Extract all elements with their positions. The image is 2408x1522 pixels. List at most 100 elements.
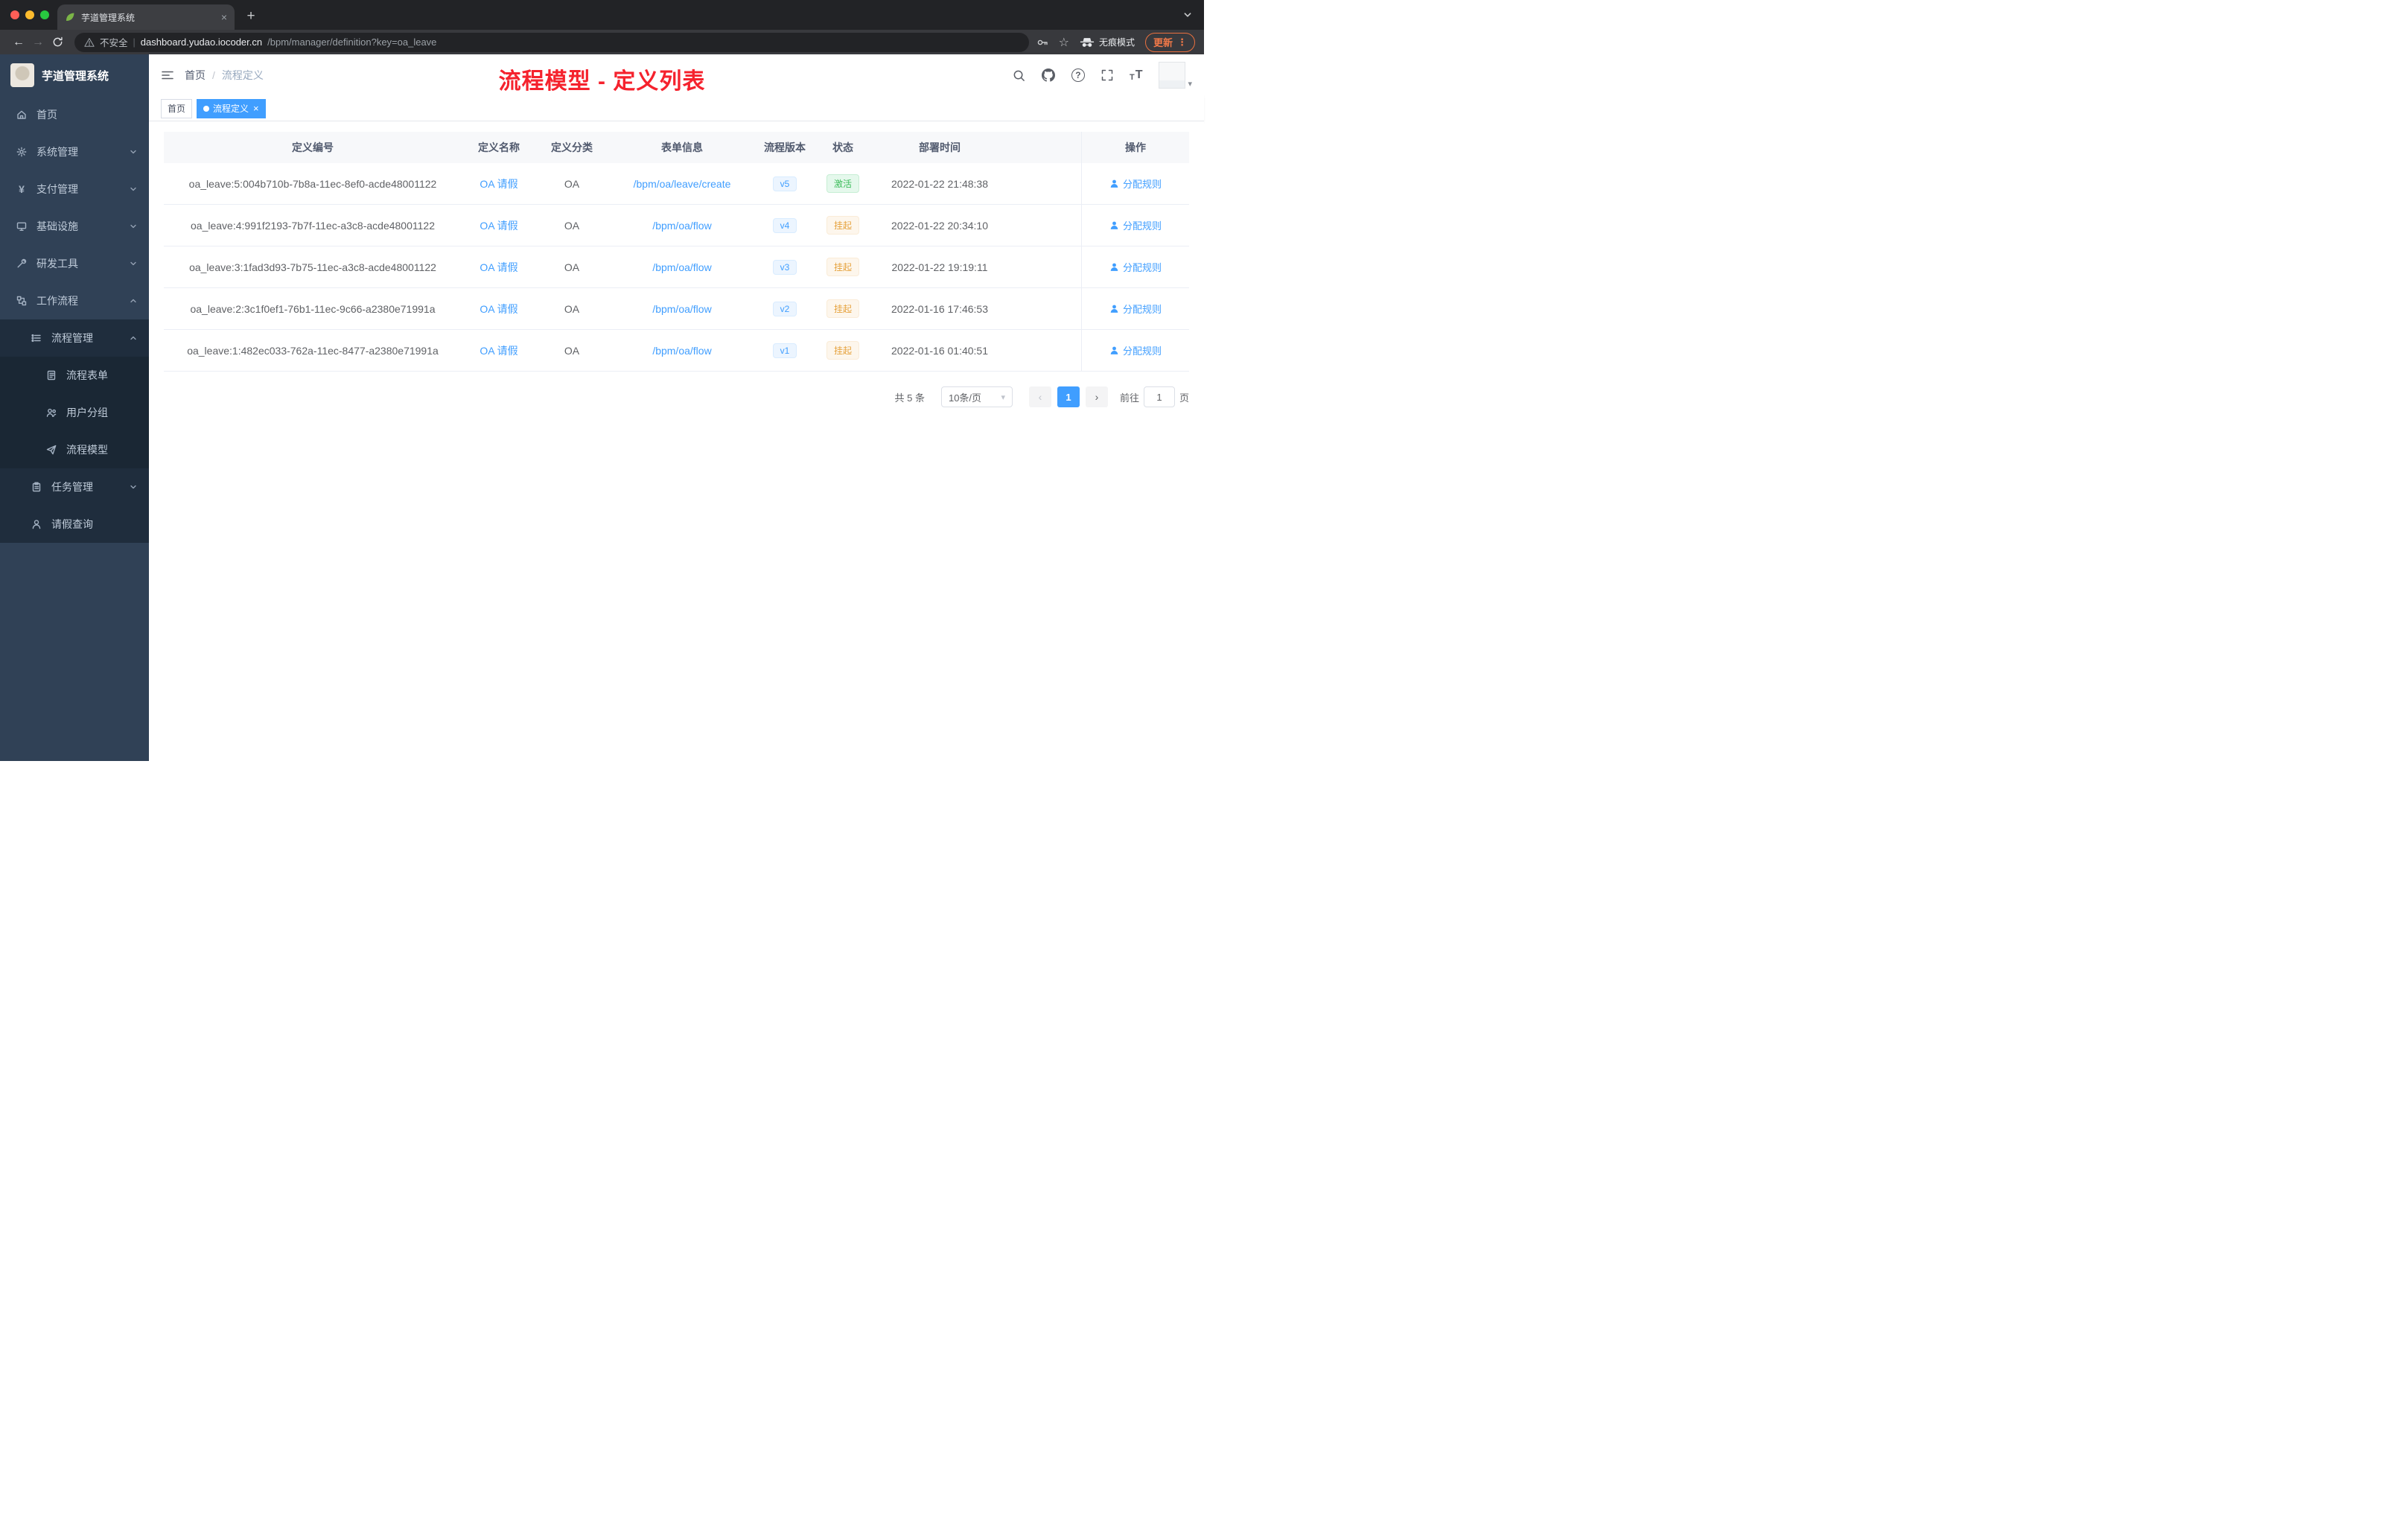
fullscreen-icon[interactable]	[1101, 69, 1113, 81]
definition-name-link[interactable]: OA 请假	[480, 343, 517, 358]
sidebar-item-process-management[interactable]: 流程管理	[0, 319, 149, 357]
chevron-down-icon	[130, 148, 137, 156]
close-window-button[interactable]	[10, 10, 19, 19]
breadcrumb-home[interactable]: 首页	[185, 68, 206, 83]
workflow-submenu: 流程管理 流程表单 用户分组 流程模型 任务管理 请假查询	[0, 319, 149, 543]
tab-close-icon[interactable]: ×	[221, 12, 227, 22]
person-icon	[1110, 221, 1118, 229]
person-icon	[30, 519, 43, 529]
sidebar-item-infrastructure[interactable]: 基础设施	[0, 208, 149, 245]
col-version: 流程版本	[764, 141, 806, 153]
browser-toolbar: ← → 不安全 | dashboard.yudao.iocoder.cn/bpm…	[0, 30, 1204, 54]
assign-rule-button[interactable]: 分配规则	[1109, 302, 1162, 316]
minimize-window-button[interactable]	[25, 10, 34, 19]
person-icon	[1110, 179, 1118, 188]
hamburger-icon[interactable]	[161, 69, 174, 82]
tab-title: 芋道管理系统	[81, 12, 136, 23]
tags-view: 首页 流程定义 ×	[149, 96, 1204, 121]
tag-close-icon[interactable]: ×	[253, 104, 259, 113]
definition-name-link[interactable]: OA 请假	[480, 176, 517, 191]
col-category: 定义分类	[551, 141, 593, 153]
page-number-1[interactable]: 1	[1057, 386, 1080, 407]
assign-rule-button[interactable]: 分配规则	[1109, 218, 1162, 232]
definition-name-link[interactable]: OA 请假	[480, 218, 517, 233]
caret-down-icon: ▾	[1188, 80, 1192, 89]
user-avatar-menu[interactable]: ▾	[1159, 62, 1192, 89]
form-link[interactable]: /bpm/oa/leave/create	[634, 178, 731, 190]
goto-suffix: 页	[1179, 392, 1189, 404]
cell-category: OA	[564, 302, 580, 315]
forward-icon[interactable]: →	[28, 33, 48, 52]
assign-rule-button[interactable]: 分配规则	[1109, 176, 1162, 191]
version-badge[interactable]: v1	[772, 343, 797, 358]
table-header: 定义编号 定义名称 定义分类 表单信息 流程版本 状态 部署时间 操作	[164, 132, 1189, 163]
definition-name-link[interactable]: OA 请假	[480, 302, 517, 316]
chevron-down-icon	[130, 185, 137, 193]
table-row: oa_leave:5:004b710b-7b8a-11ec-8ef0-acde4…	[164, 163, 1189, 205]
col-form: 表单信息	[661, 141, 703, 153]
tag-process-definition[interactable]: 流程定义 ×	[197, 98, 266, 118]
page-size-select[interactable]: 10条/页 ▾	[940, 386, 1013, 407]
assign-rule-button[interactable]: 分配规则	[1109, 260, 1162, 274]
update-button[interactable]: 更新 ⋮	[1144, 32, 1195, 52]
form-link[interactable]: /bpm/oa/flow	[652, 220, 711, 232]
new-tab-button[interactable]: +	[241, 7, 261, 26]
version-badge[interactable]: v2	[772, 301, 797, 316]
version-badge[interactable]: v5	[772, 176, 797, 191]
url-domain: dashboard.yudao.iocoder.cn	[140, 36, 263, 48]
logo-title: 芋道管理系统	[42, 69, 109, 83]
sidebar-item-workflow[interactable]: 工作流程	[0, 282, 149, 319]
cell-category: OA	[564, 177, 580, 190]
sidebar: 芋道管理系统 首页 系统管理 ¥ 支付管理 基础设施 研发工具 工作流程 流程管…	[0, 54, 149, 761]
sidebar-item-system[interactable]: 系统管理	[0, 133, 149, 171]
tab-search-chevron-icon[interactable]	[1183, 10, 1192, 23]
browser-tab[interactable]: 芋道管理系统 ×	[57, 4, 235, 30]
version-badge[interactable]: v4	[772, 217, 797, 233]
table-row: oa_leave:2:3c1f0ef1-76b1-11ec-9c66-a2380…	[164, 288, 1189, 330]
person-icon	[1110, 305, 1118, 313]
bookmark-star-icon[interactable]: ☆	[1059, 35, 1069, 50]
active-dot	[203, 105, 210, 112]
status-badge: 挂起	[826, 258, 859, 276]
sidebar-item-devtools[interactable]: 研发工具	[0, 245, 149, 282]
kebab-menu-icon[interactable]: ⋮	[1177, 36, 1187, 48]
tag-home[interactable]: 首页	[161, 98, 193, 118]
sidebar-item-task-management[interactable]: 任务管理	[0, 468, 149, 506]
tab-strip: 芋道管理系统 × +	[0, 0, 1204, 30]
status-badge: 挂起	[826, 341, 859, 360]
sidebar-item-process-model[interactable]: 流程模型	[0, 431, 149, 468]
prev-page-button[interactable]: ‹	[1028, 386, 1051, 407]
cell-time: 2022-01-22 20:34:10	[891, 219, 988, 232]
form-link[interactable]: /bpm/oa/flow	[652, 261, 711, 273]
font-size-icon[interactable]: TT	[1130, 69, 1143, 82]
home-icon	[15, 109, 28, 120]
version-badge[interactable]: v3	[772, 259, 797, 275]
incognito-label: 无痕模式	[1098, 37, 1135, 48]
sidebar-item-leave-query[interactable]: 请假查询	[0, 506, 149, 543]
back-icon[interactable]: ←	[9, 33, 28, 52]
help-icon[interactable]: ?	[1071, 69, 1085, 82]
sidebar-item-process-form[interactable]: 流程表单	[0, 357, 149, 394]
sidebar-item-payment[interactable]: ¥ 支付管理	[0, 171, 149, 208]
list-icon	[30, 333, 43, 343]
key-icon[interactable]	[1036, 36, 1048, 48]
col-status: 状态	[832, 141, 853, 153]
chevron-down-icon	[130, 260, 137, 267]
chevron-up-icon	[130, 334, 137, 342]
assign-rule-button[interactable]: 分配规则	[1109, 343, 1162, 357]
next-page-button[interactable]: ›	[1085, 386, 1108, 407]
address-bar[interactable]: 不安全 | dashboard.yudao.iocoder.cn/bpm/man…	[74, 32, 1029, 52]
form-link[interactable]: /bpm/oa/flow	[652, 303, 711, 315]
reload-icon[interactable]	[48, 33, 67, 52]
zoom-window-button[interactable]	[40, 10, 49, 19]
sidebar-item-user-groups[interactable]: 用户分组	[0, 394, 149, 431]
col-filler	[1007, 132, 1081, 163]
warning-triangle-icon	[84, 37, 95, 48]
sidebar-item-home[interactable]: 首页	[0, 96, 149, 133]
goto-page-input[interactable]	[1143, 386, 1175, 407]
github-icon[interactable]	[1041, 69, 1055, 82]
chevron-down-icon	[130, 223, 137, 230]
form-link[interactable]: /bpm/oa/flow	[652, 345, 711, 357]
search-icon[interactable]	[1013, 69, 1025, 82]
definition-name-link[interactable]: OA 请假	[480, 260, 517, 275]
